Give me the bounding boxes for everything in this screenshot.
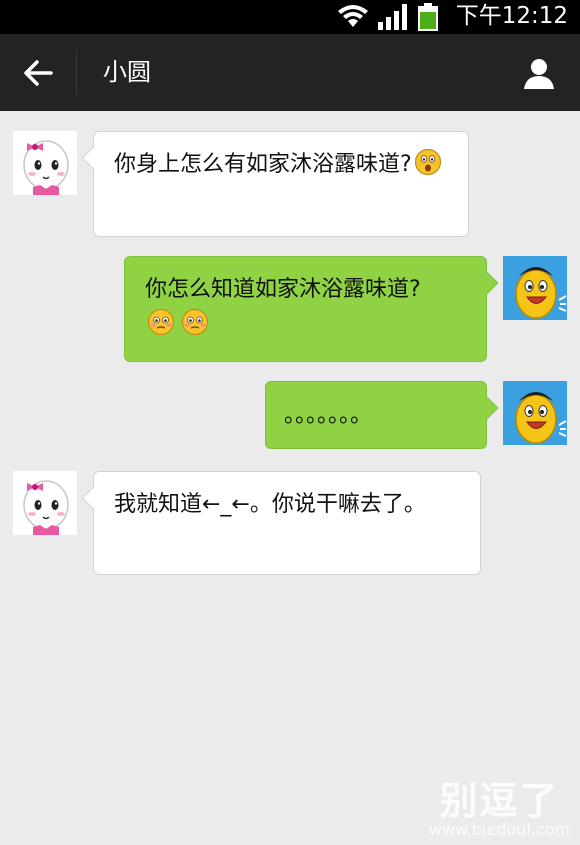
message-text: 我就知道←_←。你说干嘛去了。 <box>114 492 426 517</box>
girl-avatar-icon <box>13 131 77 195</box>
girl-avatar-icon <box>13 471 77 535</box>
message-bubble-outgoing[interactable]: 你怎么知道如家沐浴露味道? <box>124 256 499 362</box>
bubble-tail <box>81 486 105 510</box>
title-divider <box>76 50 77 95</box>
blush-emoji-icon <box>181 308 209 336</box>
my-avatar[interactable] <box>503 381 567 445</box>
profile-button[interactable] <box>516 34 562 111</box>
my-avatar[interactable] <box>503 256 567 320</box>
message-text: 。。。。。。。 <box>284 403 373 428</box>
person-icon <box>524 58 554 89</box>
back-button[interactable] <box>0 34 76 111</box>
bubble-tail <box>475 396 499 420</box>
back-arrow-icon <box>24 59 53 86</box>
watermark-title: 别逗了 <box>439 779 560 823</box>
wifi-icon <box>338 5 368 27</box>
message-bubble-incoming[interactable]: 你身上怎么有如家沐浴露味道? <box>81 131 469 237</box>
battery-icon <box>418 3 438 31</box>
status-bar: 下午12:12 <box>0 0 580 34</box>
contact-avatar[interactable] <box>13 471 77 535</box>
status-time: 下午12:12 <box>455 3 568 29</box>
bean-avatar-icon <box>503 381 567 445</box>
message-text: 你身上怎么有如家沐浴露味道? <box>114 152 412 177</box>
watermark-url: www.biedoul.com <box>428 820 570 839</box>
bean-avatar-icon <box>503 256 567 320</box>
signal-icon <box>378 4 407 30</box>
message-bubble-incoming[interactable]: 我就知道←_←。你说干嘛去了。 <box>81 471 481 575</box>
bubble-tail <box>475 271 499 295</box>
watermark: 别逗了 www.biedoul.com <box>429 781 570 839</box>
shocked-emoji-icon <box>414 148 441 176</box>
title-bar: 小圆 <box>0 34 580 111</box>
contact-avatar[interactable] <box>13 131 77 195</box>
blush-emoji-icon <box>147 308 175 336</box>
message-text: 你怎么知道如家沐浴露味道? <box>145 277 421 302</box>
bubble-tail <box>81 146 105 170</box>
chat-title: 小圆 <box>103 58 151 86</box>
message-bubble-outgoing[interactable]: 。。。。。。。 <box>265 381 499 449</box>
